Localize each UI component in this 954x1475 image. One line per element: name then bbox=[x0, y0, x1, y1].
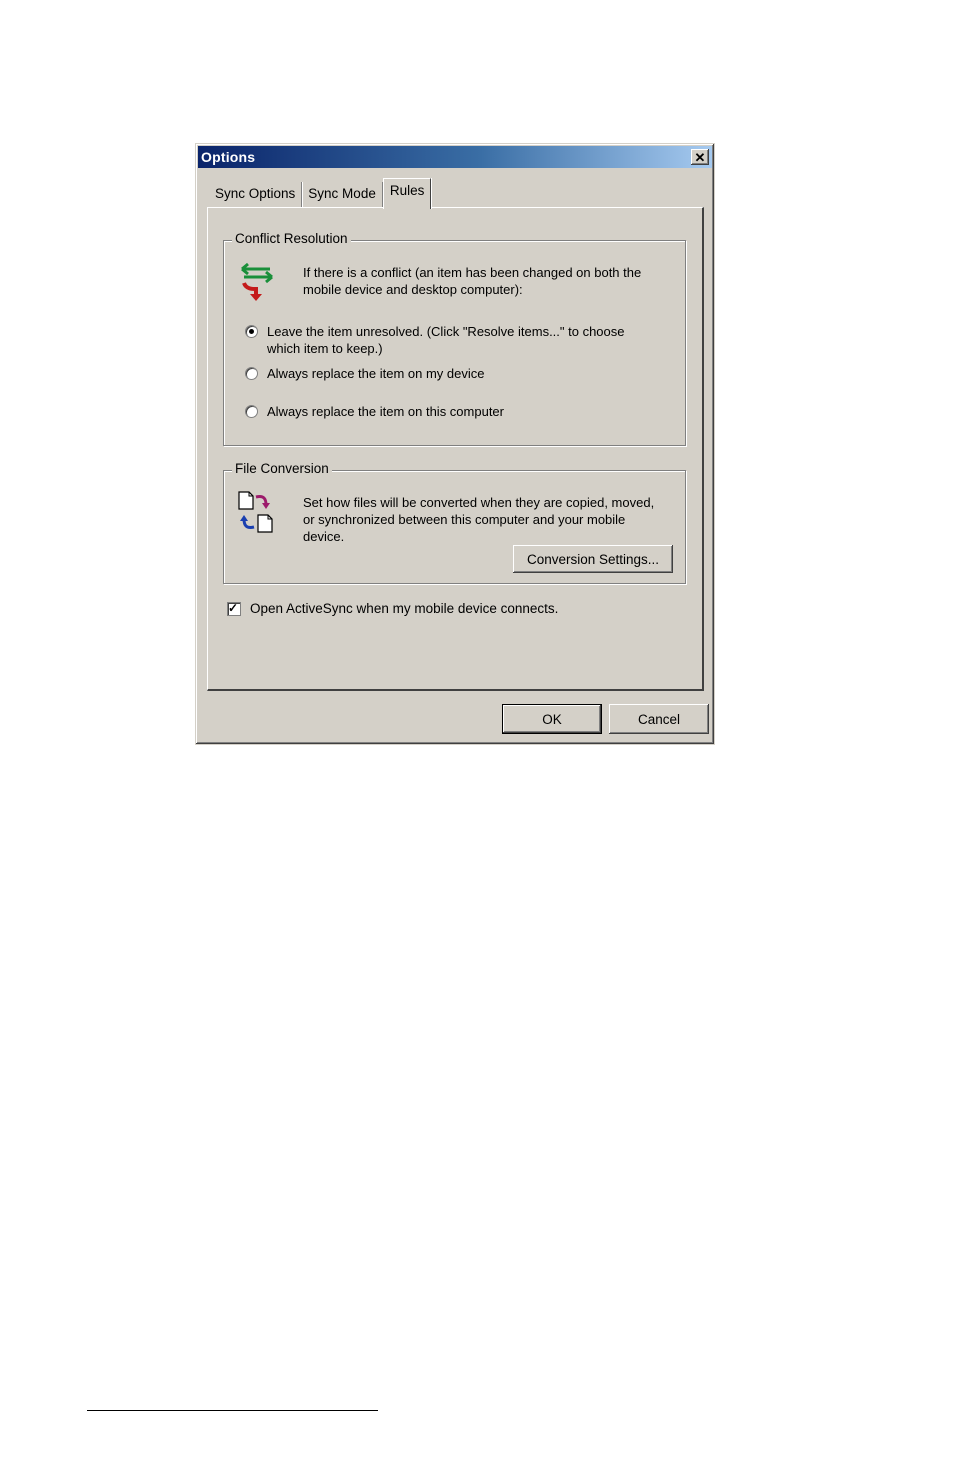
open-activesync-checkbox[interactable]: ✓ bbox=[227, 600, 241, 616]
file-conversion-label: File Conversion bbox=[232, 461, 332, 476]
radio-button[interactable] bbox=[245, 405, 258, 418]
tab-rules[interactable]: Rules bbox=[382, 178, 432, 209]
file-conversion-description: Set how files will be converted when the… bbox=[303, 495, 655, 544]
conversion-settings-button[interactable]: Conversion Settings... bbox=[513, 545, 673, 573]
check-icon: ✓ bbox=[228, 600, 239, 615]
tab-sync-options[interactable]: Sync Options bbox=[209, 182, 303, 208]
conflict-description: If there is a conflict (an item has been… bbox=[303, 265, 642, 297]
file-conversion-group: File Conversion Set how files will be co… bbox=[223, 461, 686, 584]
radio-label: Always replace the item on my device bbox=[267, 366, 485, 381]
open-activesync-row[interactable]: ✓ Open ActiveSync when my mobile device … bbox=[227, 601, 558, 616]
close-button[interactable]: ✕ bbox=[691, 149, 709, 165]
radio-replace-on-device[interactable]: Always replace the item on my device bbox=[245, 365, 645, 382]
rules-panel: Conflict Resolution If there is a confli… bbox=[207, 207, 704, 691]
ok-button[interactable]: OK bbox=[502, 704, 602, 734]
tab-sync-mode[interactable]: Sync Mode bbox=[302, 182, 383, 208]
radio-replace-on-computer[interactable]: Always replace the item on this computer bbox=[245, 403, 645, 420]
radio-label: Always replace the item on this computer bbox=[267, 404, 504, 419]
title-bar[interactable]: Options ✕ bbox=[198, 146, 712, 168]
sync-arrows-icon bbox=[241, 262, 273, 301]
open-activesync-label: Open ActiveSync when my mobile device co… bbox=[250, 601, 559, 616]
radio-leave-unresolved[interactable]: Leave the item unresolved. (Click "Resol… bbox=[245, 323, 645, 357]
close-icon: ✕ bbox=[694, 149, 706, 165]
radio-button[interactable] bbox=[245, 325, 258, 338]
tab-strip: Sync Options Sync Mode Rules bbox=[209, 178, 432, 209]
options-dialog: Options ✕ Sync Options Sync Mode Rules C… bbox=[195, 143, 715, 745]
conflict-resolution-group: Conflict Resolution If there is a confli… bbox=[223, 231, 686, 446]
dialog-title: Options bbox=[201, 149, 256, 165]
radio-button[interactable] bbox=[245, 367, 258, 380]
radio-label: Leave the item unresolved. (Click "Resol… bbox=[267, 324, 625, 356]
footnote-rule bbox=[87, 1410, 378, 1411]
cancel-button[interactable]: Cancel bbox=[609, 704, 709, 734]
conflict-resolution-label: Conflict Resolution bbox=[232, 231, 351, 246]
file-convert-icon bbox=[238, 491, 273, 533]
